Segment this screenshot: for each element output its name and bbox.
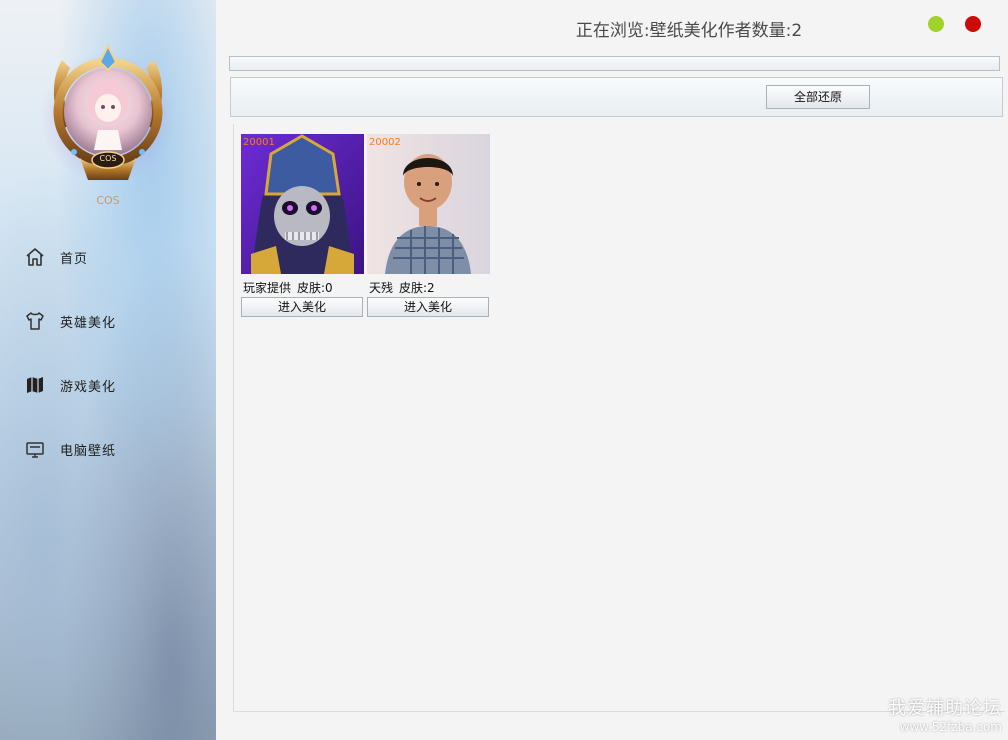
page-title: 正在浏览:壁纸美化作者数量:2: [575, 21, 803, 41]
sidebar-item-home[interactable]: 首页: [0, 225, 216, 289]
card-skins: 皮肤:2: [399, 281, 435, 295]
card-info: 天残 皮肤:2: [369, 279, 435, 296]
watermark-line1: 我爱辅助论坛: [888, 698, 1002, 719]
card-info: 玩家提供 皮肤:0: [243, 279, 333, 296]
close-button[interactable]: [965, 16, 981, 32]
user-name: COS: [96, 194, 120, 207]
card-image[interactable]: 20002: [367, 134, 490, 274]
enter-beautify-button[interactable]: 进入美化: [241, 297, 363, 317]
avatar[interactable]: COS: [40, 40, 176, 190]
minimize-button[interactable]: [928, 16, 944, 32]
toolbar: 全部还原: [230, 77, 1003, 117]
card-author: 玩家提供: [243, 281, 292, 295]
card-id: 20002: [369, 137, 401, 148]
author-card: 20002 天残 皮肤:2 进入美化: [367, 134, 490, 318]
card-author: 天残: [369, 281, 394, 295]
sidebar-item-game-beautify[interactable]: 游戏美化: [0, 353, 216, 417]
sidebar-item-label: 游戏美化: [60, 379, 117, 395]
card-grid: 20001 玩家提供 皮肤:0 进入美化 20002 天残 皮肤:2 进入美化: [233, 124, 1005, 712]
sidebar-item-label: 电脑壁纸: [60, 443, 117, 459]
map-icon: [24, 374, 46, 396]
main-panel: 正在浏览:壁纸美化作者数量:2 全部还原 20001 玩家提供 皮肤:0 进入美…: [216, 0, 1008, 740]
restore-all-button[interactable]: 全部还原: [766, 85, 870, 109]
sidebar-nav: 首页 英雄美化 游戏美化 电脑壁纸: [0, 225, 216, 481]
card-id: 20001: [243, 137, 275, 148]
sidebar: COS COS 首页 英雄美化 游戏美化 电脑壁纸: [0, 0, 216, 740]
progress-bar: [229, 56, 1000, 71]
enter-beautify-button[interactable]: 进入美化: [367, 297, 489, 317]
home-icon: [24, 246, 46, 268]
monitor-icon: [24, 438, 46, 460]
card-skins: 皮肤:0: [297, 281, 333, 295]
shirt-icon: [24, 310, 46, 332]
sidebar-item-label: 首页: [60, 251, 89, 267]
boy-photo-icon: [367, 134, 490, 274]
watermark: 我爱辅助论坛 www.52fzba.com: [888, 694, 1002, 734]
avatar-frame-icon: [40, 43, 176, 184]
sidebar-item-label: 英雄美化: [60, 315, 117, 331]
card-image[interactable]: 20001: [241, 134, 364, 274]
sidebar-item-wallpaper[interactable]: 电脑壁纸: [0, 417, 216, 481]
avatar-badge: COS: [99, 154, 117, 163]
skeleton-knight-icon: [241, 134, 364, 274]
sidebar-item-hero-skins[interactable]: 英雄美化: [0, 289, 216, 353]
author-card: 20001 玩家提供 皮肤:0 进入美化: [241, 134, 364, 318]
watermark-line2: www.52fzba.com: [899, 720, 1002, 734]
